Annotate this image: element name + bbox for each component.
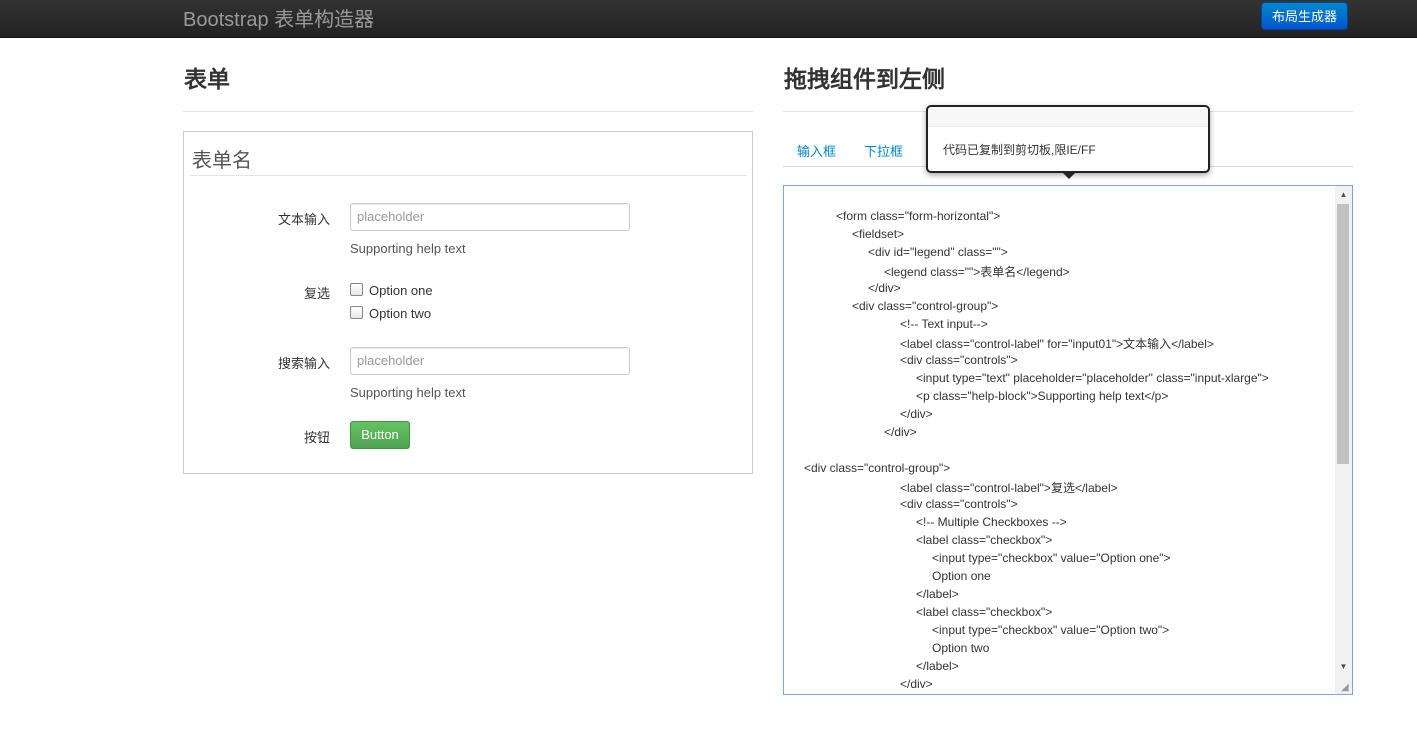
text-input-help: Supporting help text — [350, 241, 466, 256]
checkbox-option-two[interactable]: Option two — [350, 306, 431, 321]
form-canvas[interactable]: 表单名 文本输入 placeholder Supporting help tex… — [183, 131, 753, 474]
popover-arrow-icon — [1062, 172, 1076, 179]
popover-title — [928, 107, 1208, 127]
components-section-title: 拖拽组件到左侧 — [784, 66, 945, 93]
brand-title[interactable]: Bootstrap 表单构造器 — [183, 3, 374, 32]
checkbox-option-one-label: Option one — [369, 283, 433, 298]
code-line: </div> — [884, 425, 917, 439]
code-line: <label class="checkbox"> — [916, 605, 1053, 619]
checkbox-icon[interactable] — [350, 283, 363, 296]
code-line: <input type="checkbox" value="Option two… — [932, 623, 1170, 637]
code-line: <fieldset> — [852, 227, 905, 241]
copied-popover: 代码已复制到剪切板,限IE/FF — [926, 105, 1210, 173]
tab-input[interactable]: 输入框 — [797, 141, 836, 160]
checkbox-group-label: 复选 — [303, 286, 330, 301]
checkbox-option-one[interactable]: Option one — [350, 283, 433, 298]
top-navbar: Bootstrap 表单构造器 布局生成器 — [0, 0, 1417, 38]
tab-select[interactable]: 下拉框 — [864, 141, 903, 160]
scroll-up-arrow-icon[interactable]: ▲ — [1335, 188, 1352, 202]
button-label: 按钮 — [303, 430, 330, 445]
legend-divider — [190, 175, 747, 176]
code-line: <label class="checkbox"> — [916, 533, 1053, 547]
code-line: <form class="form-horizontal"> — [836, 209, 1001, 223]
code-line: <label class="control-label" for="input0… — [900, 337, 1214, 351]
form-section-title: 表单 — [184, 66, 230, 93]
code-line: <input type="text" placeholder="placehol… — [916, 371, 1269, 385]
code-line: Option two — [932, 641, 990, 655]
resize-grip-icon[interactable]: ◢ — [1341, 683, 1351, 693]
code-line: <input type="checkbox" value="Option one… — [932, 551, 1171, 565]
scroll-down-arrow-icon[interactable]: ▼ — [1335, 660, 1352, 674]
code-line: </div> — [868, 281, 901, 295]
code-line: <div class="control-group"> — [804, 461, 951, 475]
code-line: <div class="control-group"> — [852, 299, 999, 313]
text-input-label: 文本输入 — [277, 212, 330, 227]
checkbox-icon[interactable] — [350, 306, 363, 319]
code-line: <div id="legend" class=""> — [868, 245, 1008, 259]
code-line: <div class="controls"> — [900, 497, 1018, 511]
code-line: </div> — [900, 407, 933, 421]
code-line: </label> — [916, 587, 959, 601]
left-divider — [183, 111, 753, 112]
code-line: <!-- Text input--> — [900, 317, 988, 331]
code-line: <div class="controls"> — [900, 353, 1018, 367]
search-input-placeholder: placeholder — [357, 353, 425, 368]
text-input-placeholder: placeholder — [357, 209, 425, 224]
form-legend[interactable]: 表单名 — [192, 144, 252, 173]
scrollbar-thumb[interactable] — [1337, 204, 1349, 464]
code-line: <p class="help-block">Supporting help te… — [916, 389, 1169, 403]
sample-button[interactable]: Button — [350, 421, 410, 449]
search-input[interactable]: placeholder — [350, 347, 630, 375]
code-line: </label> — [916, 659, 959, 673]
vertical-scrollbar[interactable]: ▲ ▼ — [1335, 186, 1352, 694]
popover-message: 代码已复制到剪切板,限IE/FF — [943, 143, 1096, 157]
code-textarea[interactable]: </div> </label> Option two <input type="che… — [783, 185, 1353, 695]
checkbox-option-two-label: Option two — [369, 306, 432, 321]
text-input[interactable]: placeholder — [350, 203, 630, 231]
layout-generator-button[interactable]: 布局生成器 — [1261, 2, 1348, 30]
code-line: <label class="control-label">复选</label> — [900, 481, 1118, 495]
code-line: </div> — [900, 677, 933, 691]
search-input-help: Supporting help text — [350, 385, 466, 400]
code-line: <legend class="">表单名</legend> — [884, 265, 1070, 279]
code-line: <!-- Multiple Checkboxes --> — [916, 515, 1067, 529]
code-line: Option one — [932, 569, 991, 583]
search-input-label: 搜索输入 — [277, 356, 330, 371]
